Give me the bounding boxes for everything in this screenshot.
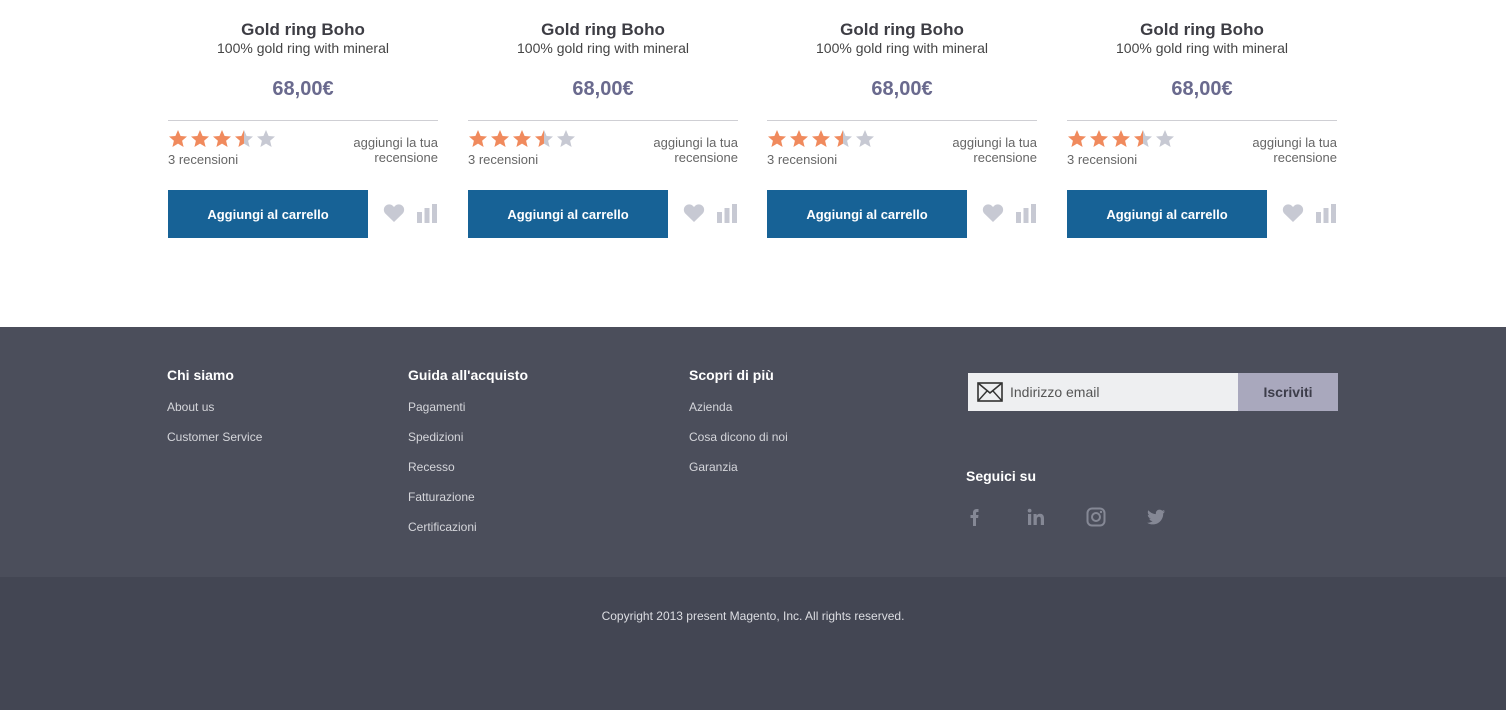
star-icon xyxy=(556,129,576,149)
add-to-cart-button[interactable]: Aggiungi al carrello xyxy=(767,190,967,238)
product-price: 68,00€ xyxy=(1171,78,1233,100)
star-icon xyxy=(1155,129,1175,149)
star-icon xyxy=(789,129,809,149)
product-description: 100% gold ring with mineral xyxy=(1116,40,1288,56)
product-description: 100% gold ring with mineral xyxy=(816,40,988,56)
star-icon xyxy=(468,129,488,149)
subscribe-button[interactable]: Iscriviti xyxy=(1238,373,1338,411)
product-description: 100% gold ring with mineral xyxy=(517,40,689,56)
footer-link-customer-service[interactable]: Customer Service xyxy=(167,427,262,447)
review-count[interactable]: 3 recensioni xyxy=(1067,152,1137,167)
rating-stars xyxy=(1067,129,1175,149)
product-price: 68,00€ xyxy=(272,78,334,100)
product-description: 100% gold ring with mineral xyxy=(217,40,389,56)
footer-column-guida: Guida all'acquisto Pagamenti Spedizioni … xyxy=(408,367,528,537)
product-card: Gold ring Boho 100% gold ring with miner… xyxy=(767,18,1037,243)
footer-column-chi-siamo: Chi siamo About us Customer Service xyxy=(167,367,262,447)
divider xyxy=(767,120,1037,121)
product-card: Gold ring Boho 100% gold ring with miner… xyxy=(468,18,738,243)
social-title: Seguici su xyxy=(966,468,1037,484)
product-name[interactable]: Gold ring Boho xyxy=(468,20,738,40)
linkedin-icon[interactable] xyxy=(1026,507,1046,529)
divider xyxy=(168,120,438,121)
email-input[interactable] xyxy=(1010,373,1236,411)
add-review-link[interactable]: aggiungi la tua recensione xyxy=(927,135,1037,165)
footer-link-azienda[interactable]: Azienda xyxy=(689,397,788,417)
divider xyxy=(468,120,738,121)
star-icon xyxy=(1067,129,1087,149)
copyright-text: Copyright 2013 present Magento, Inc. All… xyxy=(601,609,905,623)
footer-link-spedizioni[interactable]: Spedizioni xyxy=(408,427,528,447)
newsletter-form: Iscriviti xyxy=(968,373,1338,411)
star-icon xyxy=(1133,129,1153,149)
star-icon xyxy=(534,129,554,149)
footer-column-title: Guida all'acquisto xyxy=(408,367,529,383)
product-grid: Gold ring Boho 100% gold ring with miner… xyxy=(0,0,1506,327)
star-icon xyxy=(168,129,188,149)
footer-link-recesso[interactable]: Recesso xyxy=(408,457,528,477)
product-price: 68,00€ xyxy=(871,78,933,100)
instagram-icon[interactable] xyxy=(1086,507,1106,529)
footer-link-garanzia[interactable]: Garanzia xyxy=(689,457,788,477)
divider xyxy=(1067,120,1337,121)
star-icon xyxy=(1089,129,1109,149)
product-card: Gold ring Boho 100% gold ring with miner… xyxy=(168,18,438,243)
review-count[interactable]: 3 recensioni xyxy=(468,152,538,167)
star-icon xyxy=(212,129,232,149)
product-price: 68,00€ xyxy=(572,78,634,100)
add-to-cart-button[interactable]: Aggiungi al carrello xyxy=(1067,190,1267,238)
star-icon xyxy=(811,129,831,149)
footer-column-title: Scopri di più xyxy=(689,367,774,383)
product-name[interactable]: Gold ring Boho xyxy=(1067,20,1337,40)
footer-bottom-bar: Copyright 2013 present Magento, Inc. All… xyxy=(0,577,1506,710)
star-icon xyxy=(190,129,210,149)
add-review-link[interactable]: aggiungi la tua recensione xyxy=(1227,135,1337,165)
heart-icon[interactable] xyxy=(683,203,705,223)
heart-icon[interactable] xyxy=(383,203,405,223)
star-icon xyxy=(234,129,254,149)
compare-icon[interactable] xyxy=(416,202,438,224)
star-icon xyxy=(490,129,510,149)
compare-icon[interactable] xyxy=(1315,202,1337,224)
footer-link-cosa-dicono[interactable]: Cosa dicono di noi xyxy=(689,427,788,447)
footer-link-fatturazione[interactable]: Fatturazione xyxy=(408,487,528,507)
review-count[interactable]: 3 recensioni xyxy=(168,152,238,167)
heart-icon[interactable] xyxy=(982,203,1004,223)
product-name[interactable]: Gold ring Boho xyxy=(168,20,438,40)
add-to-cart-button[interactable]: Aggiungi al carrello xyxy=(168,190,368,238)
star-icon xyxy=(855,129,875,149)
rating-stars xyxy=(168,129,276,149)
compare-icon[interactable] xyxy=(716,202,738,224)
add-review-link[interactable]: aggiungi la tua recensione xyxy=(328,135,438,165)
footer: Chi siamo About us Customer Service Guid… xyxy=(0,327,1506,577)
footer-column-scopri: Scopri di più Azienda Cosa dicono di noi… xyxy=(689,367,788,477)
rating-stars xyxy=(468,129,576,149)
footer-link-certificazioni[interactable]: Certificazioni xyxy=(408,517,528,537)
add-to-cart-button[interactable]: Aggiungi al carrello xyxy=(468,190,668,238)
add-review-link[interactable]: aggiungi la tua recensione xyxy=(628,135,738,165)
mail-icon xyxy=(977,382,1003,402)
product-name[interactable]: Gold ring Boho xyxy=(767,20,1037,40)
star-icon xyxy=(256,129,276,149)
star-icon xyxy=(833,129,853,149)
email-field-container xyxy=(968,373,1238,411)
review-count[interactable]: 3 recensioni xyxy=(767,152,837,167)
footer-link-about-us[interactable]: About us xyxy=(167,397,262,417)
heart-icon[interactable] xyxy=(1282,203,1304,223)
footer-link-pagamenti[interactable]: Pagamenti xyxy=(408,397,528,417)
star-icon xyxy=(512,129,532,149)
footer-column-title: Chi siamo xyxy=(167,367,234,383)
social-links xyxy=(966,507,1206,529)
product-card: Gold ring Boho 100% gold ring with miner… xyxy=(1067,18,1337,243)
facebook-icon[interactable] xyxy=(966,507,986,529)
star-icon xyxy=(1111,129,1131,149)
rating-stars xyxy=(767,129,875,149)
star-icon xyxy=(767,129,787,149)
compare-icon[interactable] xyxy=(1015,202,1037,224)
twitter-icon[interactable] xyxy=(1146,507,1166,529)
